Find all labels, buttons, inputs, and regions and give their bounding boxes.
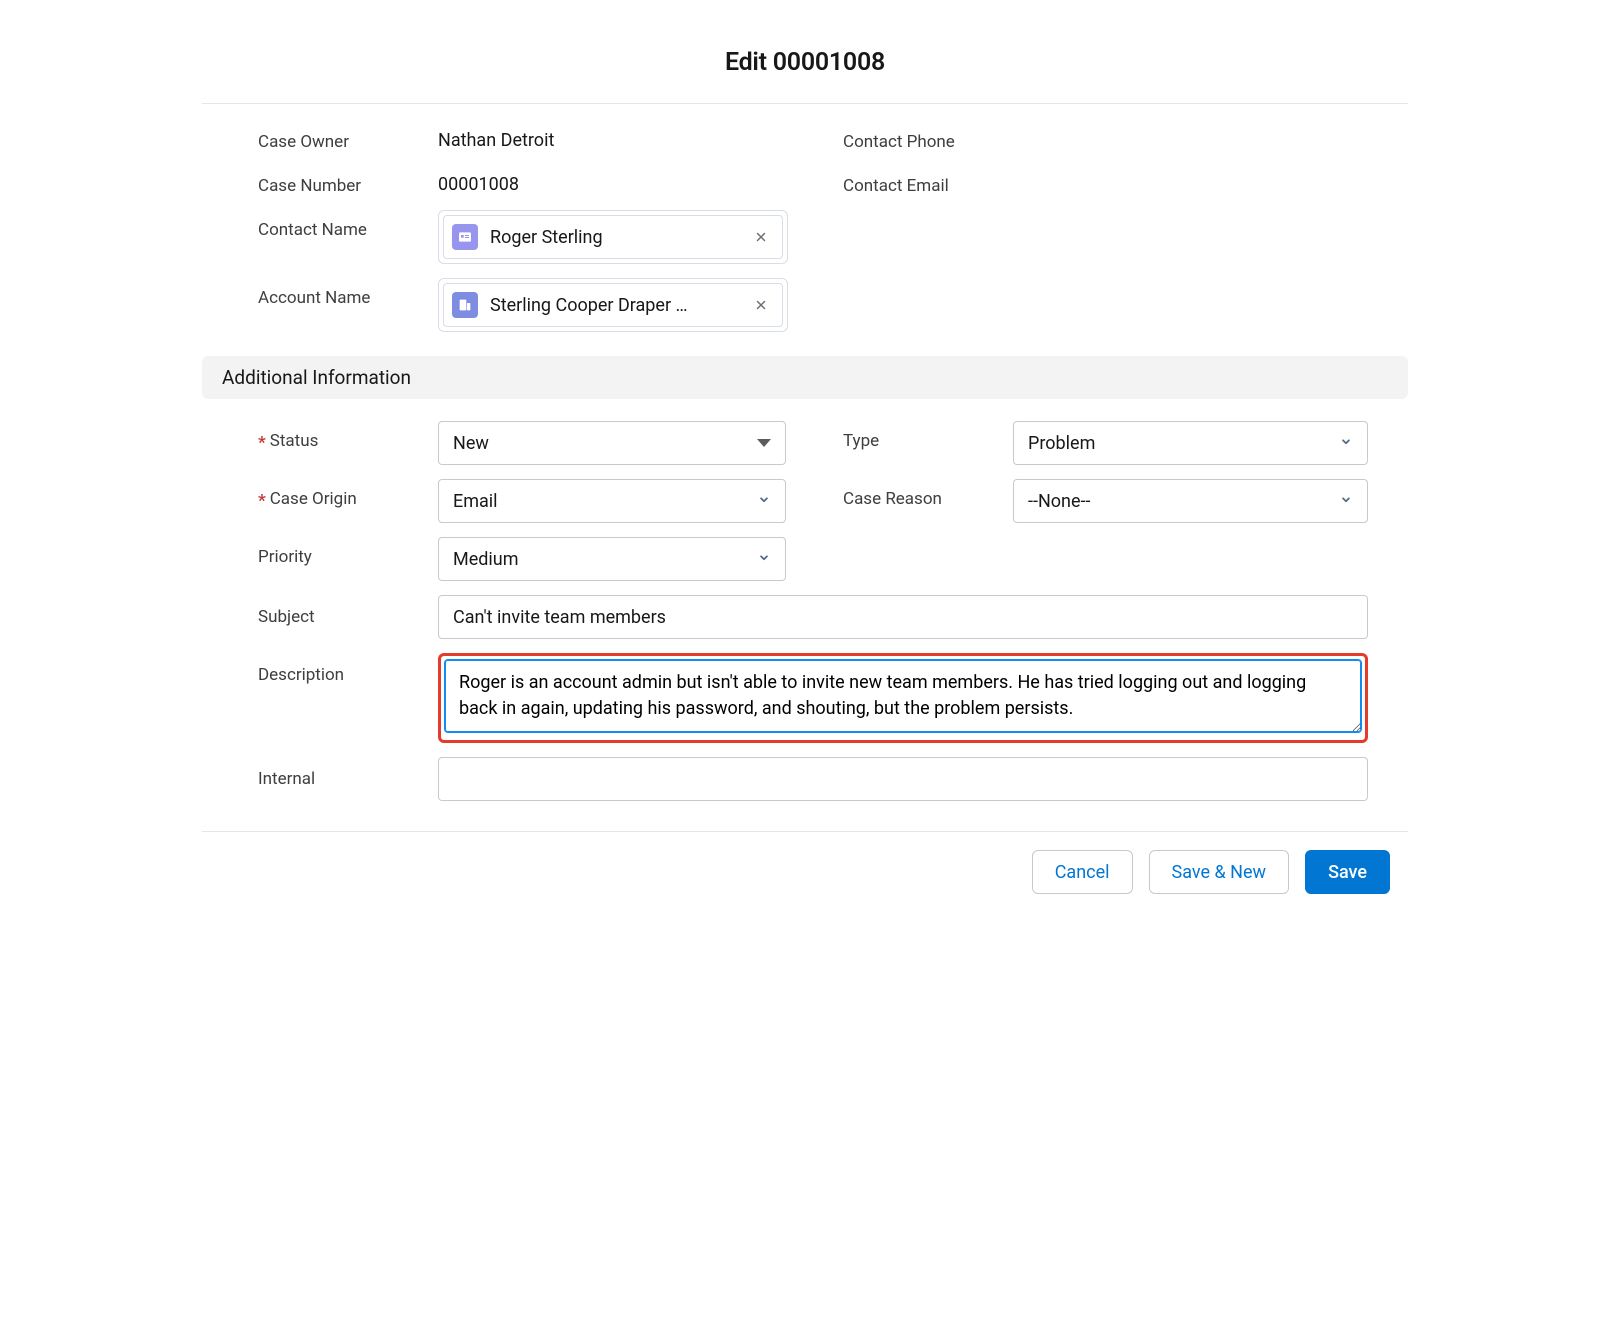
account-name-clear-icon[interactable] xyxy=(750,294,772,316)
case-reason-value: --None-- xyxy=(1028,491,1091,512)
case-owner-label: Case Owner xyxy=(258,122,438,152)
section-additional-information: Additional Information xyxy=(202,356,1408,399)
save-button[interactable]: Save xyxy=(1305,850,1390,894)
subject-label: Subject xyxy=(258,595,438,627)
case-origin-label: Case Origin xyxy=(258,479,438,509)
type-select[interactable]: Problem xyxy=(1013,421,1368,465)
contact-phone-label: Contact Phone xyxy=(843,122,1013,152)
internal-label: Internal xyxy=(258,757,438,789)
contact-name-label: Contact Name xyxy=(258,210,438,240)
case-owner-value: Nathan Detroit xyxy=(438,122,803,151)
chevron-down-icon xyxy=(757,491,771,512)
subject-input[interactable] xyxy=(438,595,1368,639)
save-and-new-button[interactable]: Save & New xyxy=(1149,850,1290,894)
case-origin-value: Email xyxy=(453,491,498,512)
internal-input[interactable] xyxy=(438,757,1368,801)
modal-footer: Cancel Save & New Save xyxy=(202,832,1408,918)
description-textarea[interactable] xyxy=(444,659,1362,733)
status-value: New xyxy=(453,433,489,454)
edit-case-modal: Edit 00001008 Case Owner Nathan Detroit … xyxy=(202,0,1408,918)
contact-name-lookup[interactable]: Roger Sterling xyxy=(438,210,788,264)
description-label: Description xyxy=(258,653,438,685)
contact-name-clear-icon[interactable] xyxy=(750,226,772,248)
priority-select[interactable]: Medium xyxy=(438,537,786,581)
contact-email-value xyxy=(1013,166,1368,174)
form-body: Case Owner Nathan Detroit Contact Phone … xyxy=(202,122,1408,332)
case-reason-label: Case Reason xyxy=(843,479,1013,509)
status-select[interactable]: New xyxy=(438,421,786,465)
header-divider xyxy=(202,103,1408,104)
chevron-down-icon xyxy=(757,549,771,570)
chevron-down-icon xyxy=(1339,433,1353,454)
priority-label: Priority xyxy=(258,537,438,567)
chevron-down-icon xyxy=(757,439,771,447)
description-highlight xyxy=(438,653,1368,743)
cancel-button[interactable]: Cancel xyxy=(1032,850,1133,894)
account-icon xyxy=(452,292,478,318)
contact-name-text: Roger Sterling xyxy=(490,227,738,248)
type-value: Problem xyxy=(1028,433,1095,454)
contact-name-pill[interactable]: Roger Sterling xyxy=(443,215,783,259)
additional-info-body: Status New Type Problem Case Origin Emai xyxy=(202,421,1408,801)
priority-value: Medium xyxy=(453,549,519,570)
account-name-lookup[interactable]: Sterling Cooper Draper … xyxy=(438,278,788,332)
account-name-label: Account Name xyxy=(258,278,438,308)
account-name-pill[interactable]: Sterling Cooper Draper … xyxy=(443,283,783,327)
modal-title: Edit 00001008 xyxy=(202,48,1408,77)
type-label: Type xyxy=(843,421,1013,451)
contact-icon xyxy=(452,224,478,250)
contact-email-label: Contact Email xyxy=(843,166,1013,196)
case-number-value: 00001008 xyxy=(438,166,803,195)
contact-phone-value xyxy=(1013,122,1368,130)
chevron-down-icon xyxy=(1339,491,1353,512)
case-number-label: Case Number xyxy=(258,166,438,196)
case-origin-select[interactable]: Email xyxy=(438,479,786,523)
status-label: Status xyxy=(258,421,438,451)
account-name-text: Sterling Cooper Draper … xyxy=(490,295,738,316)
case-reason-select[interactable]: --None-- xyxy=(1013,479,1368,523)
